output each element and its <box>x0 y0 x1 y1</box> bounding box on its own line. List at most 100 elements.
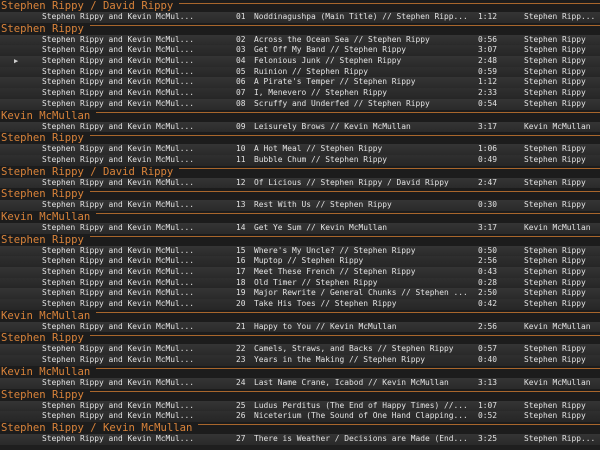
group-tracks: Stephen Rippy and Kevin McMul... 25 Ludus … <box>0 400 600 422</box>
track-artist: Stephen Rippy and Kevin McMul... <box>42 200 195 210</box>
track-title: Rest With Us // Stephen Rippy <box>254 200 392 210</box>
track-artist: Stephen Rippy and Kevin McMul... <box>42 222 195 232</box>
group-header-label: Kevin McMullan <box>1 109 91 122</box>
track-row[interactable]: Stephen Rippy and Kevin McMul... 23 Years … <box>0 355 600 366</box>
group-header[interactable]: Stephen Rippy / David Rippy <box>0 0 600 12</box>
track-artist: Stephen Rippy and Kevin McMul... <box>42 144 195 154</box>
track-row[interactable]: Stephen Rippy and Kevin McMul... 18 Old Ti… <box>0 277 600 289</box>
track-row[interactable]: Stephen Rippy and Kevin McMul... 25 Ludus … <box>0 400 600 412</box>
group-header[interactable]: Stephen Rippy <box>0 22 600 35</box>
track-artist: Stephen Rippy and Kevin McMul... <box>42 400 195 410</box>
track-row[interactable]: Stephen Rippy and Kevin McMul... 03 Get Of… <box>0 45 600 57</box>
group-tracks: Stephen Rippy and Kevin McMul... 27 There … <box>0 433 600 445</box>
track-row[interactable]: Stephen Rippy and Kevin McMul... 02 Across… <box>0 34 600 46</box>
playlist-group: Stephen Rippy / David Rippy Stephen Rippy… <box>0 0 600 23</box>
track-duration: 1:12 <box>477 77 497 87</box>
track-title: Ruinion // Stephen Rippy <box>254 66 369 76</box>
track-duration: 3:17 <box>477 121 497 131</box>
group-header[interactable]: Kevin McMullan <box>0 365 600 378</box>
track-row[interactable]: Stephen Rippy and Kevin McMul... 08 Scruff… <box>0 98 600 110</box>
group-tracks: Stephen Rippy and Kevin McMul... 01 Noddin… <box>0 12 600 23</box>
track-album-artist: Stephen Rippy <box>524 177 586 187</box>
track-artist: Stephen Rippy and Kevin McMul... <box>42 344 195 354</box>
track-row[interactable]: Stephen Rippy and Kevin McMul... 22 Camels… <box>0 344 600 356</box>
track-row[interactable]: Stephen Rippy and Kevin McMul... 13 Rest W… <box>0 200 600 211</box>
group-header[interactable]: Stephen Rippy <box>0 188 600 201</box>
group-header-label: Stephen Rippy <box>1 132 84 145</box>
group-header[interactable]: Kevin McMullan <box>0 109 600 122</box>
group-tracks: Stephen Rippy and Kevin McMul... 15 Where'… <box>0 245 600 310</box>
group-tracks: Stephen Rippy and Kevin McMul... 14 Get Ye… <box>0 222 600 234</box>
track-album-artist: Stephen Rippy <box>524 245 586 255</box>
track-row[interactable]: Stephen Rippy and Kevin McMul... 06 A Pira… <box>0 77 600 89</box>
track-number: 21 <box>236 321 246 331</box>
track-number: 18 <box>236 277 246 287</box>
track-artist: Stephen Rippy and Kevin McMul... <box>42 12 195 21</box>
track-row[interactable]: Stephen Rippy and Kevin McMul... 10 A Hot … <box>0 144 600 155</box>
track-row[interactable]: ▶ Stephen Rippy and Kevin McMul... 04 Felon… <box>0 56 600 67</box>
playlist-group: Stephen Rippy Stephen Rippy and Kevin McM… <box>0 188 600 211</box>
track-row[interactable]: Stephen Rippy and Kevin McMul... 20 Take H… <box>0 299 600 310</box>
track-artist: Stephen Rippy and Kevin McMul... <box>42 433 195 443</box>
track-number: 01 <box>236 12 246 21</box>
group-tracks: Stephen Rippy and Kevin McMul... 24 Last N… <box>0 377 600 389</box>
group-header[interactable]: Stephen Rippy <box>0 132 600 145</box>
group-header[interactable]: Stephen Rippy <box>0 233 600 246</box>
track-row[interactable]: Stephen Rippy and Kevin McMul... 07 I, Men… <box>0 88 600 99</box>
playlist-group: Stephen Rippy / Kevin McMullan Stephen Ri… <box>0 421 600 445</box>
playlist-group: Kevin McMullan Stephen Rippy and Kevin Mc… <box>0 365 600 389</box>
play-arrow-icon: ▶ <box>14 57 19 66</box>
track-title: Major Rewrite / General Chunks // Stephe… <box>254 288 468 298</box>
playlist-group: Kevin McMullan Stephen Rippy and Kevin Mc… <box>0 210 600 234</box>
track-duration: 0:49 <box>477 154 497 164</box>
group-header[interactable]: Kevin McMullan <box>0 309 600 322</box>
group-tracks: Stephen Rippy and Kevin McMul... 22 Camels… <box>0 344 600 366</box>
track-title: Years in the Making // Stephen Rippy <box>254 355 426 365</box>
track-duration: 0:40 <box>477 355 497 365</box>
group-header[interactable]: Stephen Rippy / David Rippy <box>0 165 600 178</box>
group-divider <box>179 168 600 170</box>
track-row[interactable]: Stephen Rippy and Kevin McMul... 15 Where'… <box>0 245 600 257</box>
group-tracks: Stephen Rippy and Kevin McMul... 10 A Hot … <box>0 144 600 166</box>
track-row[interactable]: Stephen Rippy and Kevin McMul... 14 Get Ye… <box>0 222 600 234</box>
group-tracks: Stephen Rippy and Kevin McMul... 02 Across… <box>0 34 600 110</box>
group-header[interactable]: Kevin McMullan <box>0 210 600 223</box>
track-row[interactable]: Stephen Rippy and Kevin McMul... 16 Muptop… <box>0 256 600 267</box>
track-number: 05 <box>236 66 246 76</box>
track-duration: 2:56 <box>477 256 497 266</box>
track-row[interactable]: Stephen Rippy and Kevin McMul... 05 Ruinio… <box>0 66 600 78</box>
track-artist: Stephen Rippy and Kevin McMul... <box>42 256 195 266</box>
group-header-label: Stephen Rippy <box>1 332 84 345</box>
group-header[interactable]: Stephen Rippy <box>0 388 600 401</box>
group-tracks: Stephen Rippy and Kevin McMul... 12 Of Lic… <box>0 177 600 189</box>
track-duration: 1:06 <box>477 144 497 154</box>
group-header[interactable]: Stephen Rippy <box>0 332 600 345</box>
track-row[interactable]: Stephen Rippy and Kevin McMul... 26 Nicete… <box>0 411 600 422</box>
group-tracks: Stephen Rippy and Kevin McMul... 13 Rest W… <box>0 200 600 211</box>
track-album-artist: Stephen Rippy <box>524 277 586 287</box>
track-artist: Stephen Rippy and Kevin McMul... <box>42 321 195 331</box>
track-row[interactable]: Stephen Rippy and Kevin McMul... 27 There … <box>0 433 600 445</box>
track-number: 20 <box>236 299 246 309</box>
group-header[interactable]: Stephen Rippy / Kevin McMullan <box>0 421 600 434</box>
track-title: Last Name Crane, Icabod // Kevin McMulla… <box>254 377 449 387</box>
track-title: Across the Ocean Sea // Stephen Rippy <box>254 34 430 44</box>
track-number: 19 <box>236 288 246 298</box>
track-row[interactable]: Stephen Rippy and Kevin McMul... 11 Bubble… <box>0 154 600 166</box>
track-row[interactable]: Stephen Rippy and Kevin McMul... 24 Last N… <box>0 377 600 389</box>
track-duration: 1:12 <box>477 12 497 21</box>
track-row[interactable]: Stephen Rippy and Kevin McMul... 01 Noddin… <box>0 12 600 23</box>
track-row[interactable]: Stephen Rippy and Kevin McMul... 19 Major … <box>0 288 600 300</box>
track-row[interactable]: Stephen Rippy and Kevin McMul... 12 Of Lic… <box>0 177 600 189</box>
group-divider <box>89 236 600 238</box>
track-row[interactable]: Stephen Rippy and Kevin McMul... 17 Meet T… <box>0 267 600 278</box>
track-number: 07 <box>236 88 246 98</box>
track-number: 27 <box>236 433 246 443</box>
track-duration: 0:28 <box>477 277 497 287</box>
track-row[interactable]: Stephen Rippy and Kevin McMul... 21 Happy … <box>0 321 600 333</box>
group-divider <box>198 424 600 426</box>
track-album-artist: Stephen Rippy <box>524 45 586 55</box>
track-row[interactable]: Stephen Rippy and Kevin McMul... 09 Leisur… <box>0 121 600 133</box>
track-artist: Stephen Rippy and Kevin McMul... <box>42 66 195 76</box>
track-album-artist: Stephen Rippy <box>524 144 586 154</box>
